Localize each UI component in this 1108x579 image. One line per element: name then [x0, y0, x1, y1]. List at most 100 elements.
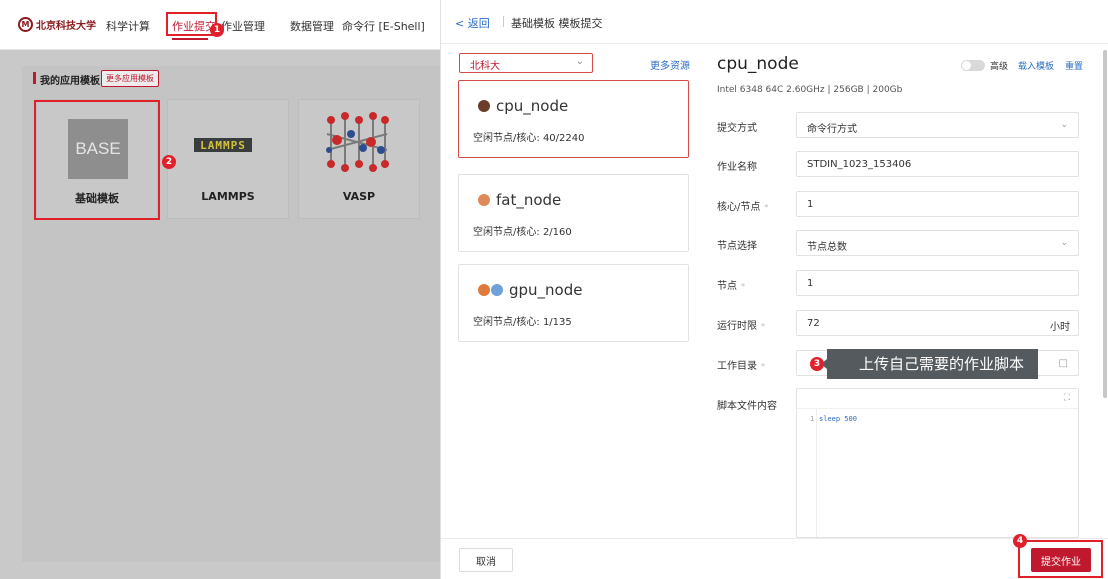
- folder-icon[interactable]: □: [1059, 358, 1068, 369]
- script-label: 脚本文件内容: [717, 401, 777, 412]
- line-number: 1: [810, 415, 815, 423]
- script-code[interactable]: sleep 500: [819, 415, 857, 423]
- node-stat-value: 40/2240: [542, 133, 585, 144]
- node-stats: 空闲节点/核心: 40/2240: [473, 129, 584, 144]
- runtime-unit: 小时: [1050, 322, 1070, 333]
- script-editor[interactable]: ⛶ 1 sleep 500: [796, 388, 1079, 538]
- cores-label: 核心/节点 *: [717, 198, 768, 213]
- submit-mode-select[interactable]: 命令行方式 ⌄: [796, 112, 1079, 138]
- workdir-label: 工作目录 *: [717, 357, 765, 372]
- annotation-badge-1: 1: [210, 23, 224, 37]
- runtime-input[interactable]: 72 小时: [796, 310, 1079, 336]
- cluster-select[interactable]: 北科大 ⌄: [459, 53, 593, 73]
- required-icon: *: [761, 322, 765, 331]
- node-stat-label: 空闲节点/核心:: [473, 227, 540, 238]
- avatar-icon: [478, 194, 490, 206]
- annotation-badge-4: 4: [1013, 534, 1027, 548]
- avatar-icon: [478, 100, 490, 112]
- reset-link[interactable]: 重置: [1065, 59, 1083, 72]
- advanced-label: 高级: [990, 62, 1009, 72]
- nodes-label: 节点 *: [717, 277, 745, 292]
- cluster-select-value: 北科大: [470, 61, 500, 72]
- nav-active-indicator: [172, 38, 208, 40]
- drawer-scrollbar[interactable]: [1103, 50, 1107, 398]
- node-stats: 空闲节点/核心: 1/135: [473, 313, 572, 328]
- node-name-text: fat_node: [496, 191, 562, 209]
- back-link[interactable]: < 返回: [455, 15, 490, 31]
- job-name-input[interactable]: STDIN_1023_153406: [796, 151, 1079, 177]
- submit-mode-value: 命令行方式: [807, 124, 857, 135]
- chevron-down-icon: ⌄: [1060, 238, 1068, 248]
- submit-mode-label: 提交方式: [717, 123, 757, 134]
- advanced-toggle[interactable]: [961, 60, 985, 71]
- node-card-fat[interactable]: fat_node 空闲节点/核心: 2/160: [458, 174, 689, 252]
- node-name: cpu_node: [478, 97, 568, 115]
- node-stat-value: 1/135: [542, 317, 572, 328]
- avatar-icon: [491, 284, 503, 296]
- nav-item-eshell[interactable]: 命令行 [E-Shell]: [342, 18, 425, 34]
- nodes-label-text: 节点: [717, 281, 737, 292]
- my-templates-title: 我的应用模板: [40, 76, 100, 87]
- annotation-badge-3: 3: [810, 357, 824, 371]
- section-marker: [33, 72, 36, 84]
- drawer-header: < 返回 基础模板 模板提交: [441, 0, 1108, 44]
- chevron-down-icon: ⌄: [575, 56, 584, 67]
- runtime-label-text: 运行时限: [717, 321, 757, 332]
- nav-item-scientific-computing[interactable]: 科学计算: [106, 18, 150, 34]
- node-name: fat_node: [478, 191, 561, 209]
- template-card-vasp[interactable]: VASP: [298, 99, 420, 219]
- annotation-badge-2: 2: [162, 155, 176, 169]
- nav-item-job-management[interactable]: 作业管理: [221, 18, 265, 34]
- job-name-value: STDIN_1023_153406: [807, 159, 912, 170]
- node-title: cpu_node: [717, 54, 799, 74]
- node-select[interactable]: 节点总数 ⌄: [796, 230, 1079, 256]
- node-stats: 空闲节点/核心: 2/160: [473, 223, 572, 238]
- avatar-icon: [478, 284, 490, 296]
- cancel-button[interactable]: 取消: [459, 548, 513, 572]
- nodes-input[interactable]: 1: [796, 270, 1079, 296]
- submit-drawer: < 返回 基础模板 模板提交 北科大 ⌄ 更多资源 cpu_node 空闲节点/…: [440, 0, 1108, 579]
- breadcrumb: 基础模板 模板提交: [511, 17, 603, 30]
- chevron-down-icon: ⌄: [1060, 120, 1068, 130]
- nav-item-data-management[interactable]: 数据管理: [290, 18, 334, 34]
- node-select-value: 节点总数: [807, 242, 847, 253]
- job-name-label: 作业名称: [717, 162, 757, 173]
- node-stat-label: 空闲节点/核心:: [473, 317, 540, 328]
- required-icon: *: [761, 362, 765, 371]
- node-spec: Intel 6348 64C 2.60GHz | 256GB | 200Gb: [717, 85, 903, 95]
- cores-label-text: 核心/节点: [717, 202, 761, 213]
- node-card-gpu[interactable]: gpu_node 空闲节点/核心: 1/135: [458, 264, 689, 342]
- node-select-label: 节点选择: [717, 241, 757, 252]
- lammps-logo-icon: LAMMPS: [194, 138, 252, 152]
- vasp-crystal-icon: [326, 112, 389, 172]
- node-card-cpu[interactable]: cpu_node 空闲节点/核心: 40/2240: [458, 80, 689, 158]
- runtime-value: 72: [807, 318, 820, 329]
- node-name: gpu_node: [478, 281, 582, 299]
- university-logo[interactable]: M 北京科技大学: [18, 15, 96, 35]
- nodes-value: 1: [807, 278, 814, 289]
- university-logo-text: 北京科技大学: [36, 21, 96, 32]
- node-stat-value: 2/160: [542, 227, 572, 238]
- annotation-box-nav: [166, 12, 217, 36]
- node-name-text: gpu_node: [509, 281, 583, 299]
- required-icon: *: [741, 282, 745, 291]
- template-label: VASP: [342, 190, 376, 203]
- workdir-label-text: 工作目录: [717, 361, 757, 372]
- more-resources-link[interactable]: 更多资源: [650, 57, 690, 72]
- template-label: LAMMPS: [201, 190, 255, 203]
- annotation-box-base-card: [34, 100, 160, 220]
- drawer-footer: [441, 538, 1108, 579]
- node-name-text: cpu_node: [496, 97, 569, 115]
- more-templates-button[interactable]: 更多应用模板: [101, 70, 159, 87]
- upload-script-tooltip: 上传自己需要的作业脚本: [827, 349, 1039, 379]
- editor-gutter: [797, 409, 817, 537]
- runtime-label: 运行时限 *: [717, 317, 765, 332]
- editor-toolbar: ⛶: [797, 389, 1078, 409]
- cores-input[interactable]: 1: [796, 191, 1079, 217]
- load-template-link[interactable]: 载入模板: [1018, 59, 1054, 72]
- submit-job-button[interactable]: 提交作业: [1031, 548, 1091, 572]
- required-icon: *: [764, 203, 769, 212]
- template-card-lammps[interactable]: LAMMPS LAMMPS: [167, 99, 289, 219]
- expand-icon[interactable]: ⛶: [1064, 393, 1070, 403]
- breadcrumb-separator: [503, 16, 504, 27]
